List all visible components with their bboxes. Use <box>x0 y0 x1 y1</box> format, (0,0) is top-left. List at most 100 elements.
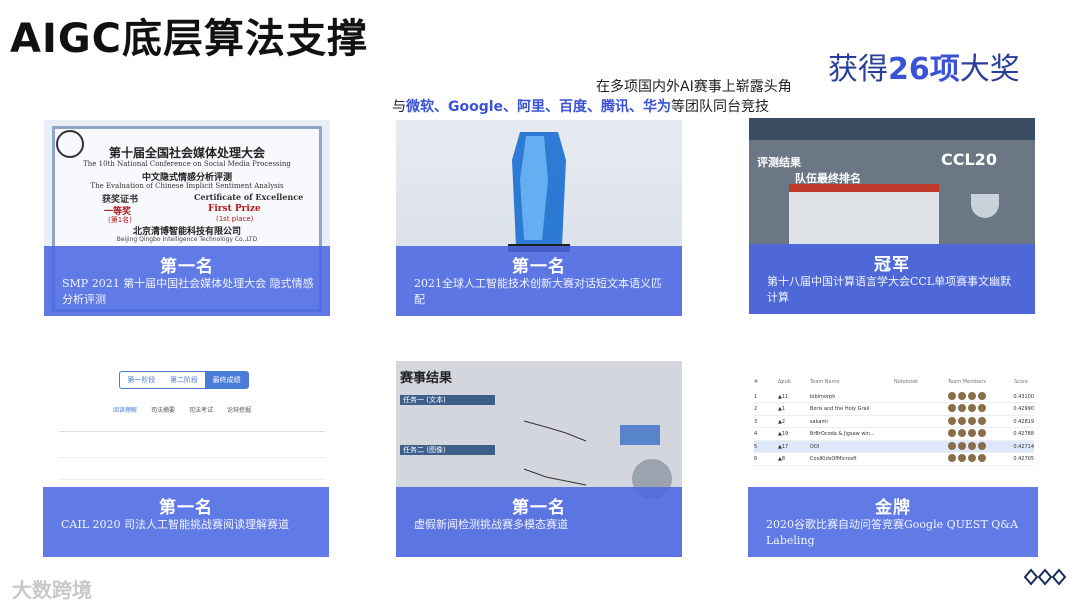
avatar <box>967 404 976 412</box>
subtab-exam[interactable]: 司法考试 <box>189 405 213 414</box>
award-suffix: 大奖 <box>959 52 1020 87</box>
avatar <box>977 404 986 412</box>
rank-cell: 2 <box>754 406 758 412</box>
avatar <box>977 454 986 462</box>
subtab-argument[interactable]: 论辩挖掘 <box>227 405 251 414</box>
card-caption: 冠军 第十八届中国计算语言学大会CCL单项赛事文幽默计算 <box>749 244 1035 314</box>
score-cell: 0.42714 <box>1013 443 1035 450</box>
avatar <box>967 429 976 437</box>
avatar <box>977 441 986 450</box>
cert-label-en: Certificate of Excellence <box>194 192 304 202</box>
table-row: 6 ▲8 CoolKidsOfMicrosft 0.42705 <box>754 454 1034 466</box>
members-cell <box>947 429 1000 439</box>
rank-label: 冠军 <box>874 255 910 275</box>
avatar <box>967 441 976 450</box>
rank-label: 第一名 <box>159 498 213 518</box>
avatar <box>957 441 966 450</box>
team-cell: OOI <box>809 443 820 450</box>
award-heading: 获得26项大奖 <box>828 44 1020 88</box>
decorative-diamonds-icon <box>1024 568 1067 586</box>
subtitle-line-1: 在多项国内外AI赛事上崭露头角 <box>596 79 792 95</box>
card-caption: 第一名 虚假新闻检测挑战赛多模态赛道 <box>396 487 682 557</box>
tab-final[interactable]: 最终成绩 <box>205 372 249 388</box>
award-card-1: 第十届全国社会媒体处理大会 The 10th National Conferen… <box>44 120 330 316</box>
avatar <box>947 454 956 462</box>
avatar <box>947 441 956 450</box>
subtab-summary[interactable]: 司法摘要 <box>151 405 175 414</box>
card-description: CAIL 2020 司法人工智能挑战赛阅读理解赛道 <box>61 518 289 531</box>
score-cell: 0.42788 <box>1013 431 1035 437</box>
score-cell: 0.42990 <box>1013 406 1035 412</box>
avatar <box>947 416 956 425</box>
col-rank: # <box>754 379 759 385</box>
rank-cell: 1 <box>754 393 758 400</box>
page-title: AIGC底层算法支撑 <box>10 16 369 62</box>
avatar <box>957 429 966 437</box>
delta-cell: ▲1 <box>777 406 785 412</box>
col-notebook: Notebook <box>894 379 919 385</box>
subtab-reading[interactable]: 阅读理解 <box>113 405 137 414</box>
card-description: 虚假新闻检测挑战赛多模态赛道 <box>414 518 568 531</box>
rank-label: 第一名 <box>160 257 214 277</box>
card-description: 第十八届中国计算语言学大会CCL单项赛事文幽默计算 <box>767 275 1012 304</box>
cert-org-en: Beijing Qingbo Intelligence Technology C… <box>116 236 258 243</box>
score-cell: 0.43100 <box>1013 393 1035 400</box>
score-cell: 0.42819 <box>1013 418 1035 425</box>
avatar <box>977 429 986 437</box>
team-cell: CoolKidsOfMicrosft <box>809 456 857 462</box>
award-count: 26项 <box>888 52 960 87</box>
members-cell <box>947 391 1000 402</box>
delta-cell: ▲17 <box>777 443 789 450</box>
table-row: 5 ▲17 OOI 0.42714 <box>754 441 1034 453</box>
members-cell <box>947 454 1000 464</box>
card-caption: 第一名 CAIL 2020 司法人工智能挑战赛阅读理解赛道 <box>43 487 329 557</box>
award-card-2: 第一名 2021全球人工智能技术创新大赛对话短文本语义匹配 <box>396 120 682 316</box>
avatar <box>967 454 976 462</box>
avatar <box>967 391 976 400</box>
table-row: 3 ▲2 sakami 0.42819 <box>754 416 1034 428</box>
avatar <box>967 416 976 425</box>
score-cell: 0.42705 <box>1013 456 1035 462</box>
team-cell: Boris and the Holy Grail <box>809 406 870 412</box>
avatar <box>957 416 966 425</box>
avatar <box>957 454 966 462</box>
avatar <box>957 391 966 400</box>
card-caption: 第一名 SMP 2021 第十届中国社会媒体处理大会 隐式情感分析评测 <box>44 246 330 316</box>
award-prefix: 获得 <box>828 52 888 87</box>
delta-cell: ▲11 <box>777 393 789 400</box>
delta-cell: ▲19 <box>777 431 789 437</box>
award-card-5: 赛事结果 任务一 (文本) 任务二 (图像) 第一名 虚假新闻检测挑战赛多模态赛… <box>396 361 682 557</box>
tab-stage-2[interactable]: 第二阶段 <box>163 372 206 388</box>
subtitle-suffix: 等团队同台竞技 <box>671 99 770 115</box>
card-description: 2020谷歌比赛自动问答竞赛Google QUEST Q&A Labeling <box>766 518 1019 547</box>
delta-cell: ▲8 <box>777 456 785 462</box>
avatar <box>957 404 966 412</box>
team-cell: sakami <box>809 418 828 425</box>
rank-label: 金牌 <box>875 498 911 518</box>
rank-cell: 4 <box>754 431 758 437</box>
subtitle-companies: 微软、Google、阿里、百度、腾讯、华为 <box>406 99 672 115</box>
prize-label-en: First Prize <box>208 204 261 214</box>
delta-cell: ▲2 <box>777 418 785 425</box>
team-cell: bibimorph <box>809 393 836 400</box>
rank-label: 第一名 <box>512 498 566 518</box>
avatar <box>947 391 956 400</box>
table-row: 1 ▲11 bibimorph 0.43100 <box>754 391 1034 403</box>
card-description: 2021全球人工智能技术创新大赛对话短文本语义匹配 <box>414 277 662 306</box>
tab-stage-1[interactable]: 第一阶段 <box>120 372 163 388</box>
card-caption: 金牌 2020谷歌比赛自动问答竞赛Google QUEST Q&A Labeli… <box>748 487 1038 557</box>
subtitle-prefix: 与 <box>392 99 406 115</box>
cert-subtitle-en: The Evaluation of Chinese Implicit Senti… <box>90 182 284 190</box>
cert-title: 第十届全国社会媒体处理大会 <box>108 146 265 160</box>
award-card-3: 评测结果 CCL20 队伍最终排名 冠军 第十八届中国计算语言学大会CCL单项赛… <box>749 118 1035 314</box>
screen-title: 评测结果 <box>757 156 801 169</box>
members-cell <box>947 441 1000 452</box>
ccl-logo: CCL20 <box>941 150 997 169</box>
col-members: Team Members <box>948 379 986 385</box>
col-delta: Δpub <box>778 379 791 385</box>
subtitle-line-2: 与微软、Google、阿里、百度、腾讯、华为等团队同台竞技 <box>392 96 769 116</box>
card-description: SMP 2021 第十届中国社会媒体处理大会 隐式情感分析评测 <box>62 277 314 306</box>
avatar <box>977 391 986 400</box>
award-card-6: # Δpub Team Name Notebook Team Members S… <box>748 361 1038 557</box>
col-score: Score <box>1014 379 1029 385</box>
